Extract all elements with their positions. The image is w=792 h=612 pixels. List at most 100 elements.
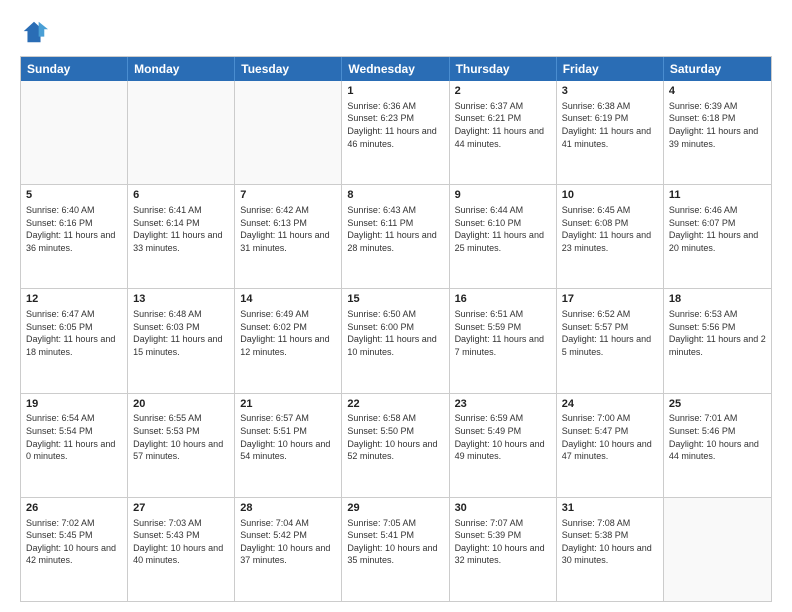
calendar-cell: 28Sunrise: 7:04 AM Sunset: 5:42 PM Dayli… [235,498,342,601]
calendar-cell: 23Sunrise: 6:59 AM Sunset: 5:49 PM Dayli… [450,394,557,497]
day-info: Sunrise: 6:39 AM Sunset: 6:18 PM Dayligh… [669,100,766,150]
day-info: Sunrise: 7:07 AM Sunset: 5:39 PM Dayligh… [455,517,551,567]
calendar-cell: 5Sunrise: 6:40 AM Sunset: 6:16 PM Daylig… [21,185,128,288]
day-info: Sunrise: 7:04 AM Sunset: 5:42 PM Dayligh… [240,517,336,567]
calendar-cell: 16Sunrise: 6:51 AM Sunset: 5:59 PM Dayli… [450,289,557,392]
calendar-cell: 6Sunrise: 6:41 AM Sunset: 6:14 PM Daylig… [128,185,235,288]
day-number: 3 [562,84,658,99]
day-info: Sunrise: 6:37 AM Sunset: 6:21 PM Dayligh… [455,100,551,150]
day-info: Sunrise: 6:46 AM Sunset: 6:07 PM Dayligh… [669,204,766,254]
day-info: Sunrise: 6:41 AM Sunset: 6:14 PM Dayligh… [133,204,229,254]
calendar-cell [128,81,235,184]
day-number: 17 [562,292,658,307]
calendar-cell [21,81,128,184]
header [20,18,772,46]
day-info: Sunrise: 6:42 AM Sunset: 6:13 PM Dayligh… [240,204,336,254]
day-number: 21 [240,397,336,412]
day-info: Sunrise: 6:52 AM Sunset: 5:57 PM Dayligh… [562,308,658,358]
day-info: Sunrise: 6:48 AM Sunset: 6:03 PM Dayligh… [133,308,229,358]
calendar-cell: 3Sunrise: 6:38 AM Sunset: 6:19 PM Daylig… [557,81,664,184]
calendar-cell: 24Sunrise: 7:00 AM Sunset: 5:47 PM Dayli… [557,394,664,497]
day-number: 31 [562,501,658,516]
day-number: 4 [669,84,766,99]
day-number: 27 [133,501,229,516]
day-number: 18 [669,292,766,307]
day-number: 12 [26,292,122,307]
day-info: Sunrise: 7:00 AM Sunset: 5:47 PM Dayligh… [562,412,658,462]
day-number: 28 [240,501,336,516]
calendar-cell: 19Sunrise: 6:54 AM Sunset: 5:54 PM Dayli… [21,394,128,497]
calendar-cell: 15Sunrise: 6:50 AM Sunset: 6:00 PM Dayli… [342,289,449,392]
day-info: Sunrise: 6:45 AM Sunset: 6:08 PM Dayligh… [562,204,658,254]
logo-icon [20,18,48,46]
day-number: 14 [240,292,336,307]
header-cell-sunday: Sunday [21,57,128,81]
day-number: 7 [240,188,336,203]
calendar-cell: 13Sunrise: 6:48 AM Sunset: 6:03 PM Dayli… [128,289,235,392]
calendar-row-0: 1Sunrise: 6:36 AM Sunset: 6:23 PM Daylig… [21,81,771,184]
day-number: 29 [347,501,443,516]
calendar-cell: 7Sunrise: 6:42 AM Sunset: 6:13 PM Daylig… [235,185,342,288]
day-number: 23 [455,397,551,412]
calendar-cell: 14Sunrise: 6:49 AM Sunset: 6:02 PM Dayli… [235,289,342,392]
calendar-cell: 30Sunrise: 7:07 AM Sunset: 5:39 PM Dayli… [450,498,557,601]
calendar: SundayMondayTuesdayWednesdayThursdayFrid… [20,56,772,602]
day-number: 25 [669,397,766,412]
day-number: 30 [455,501,551,516]
day-number: 20 [133,397,229,412]
day-info: Sunrise: 6:38 AM Sunset: 6:19 PM Dayligh… [562,100,658,150]
calendar-cell: 2Sunrise: 6:37 AM Sunset: 6:21 PM Daylig… [450,81,557,184]
day-info: Sunrise: 6:49 AM Sunset: 6:02 PM Dayligh… [240,308,336,358]
day-info: Sunrise: 7:03 AM Sunset: 5:43 PM Dayligh… [133,517,229,567]
logo [20,18,52,46]
day-number: 10 [562,188,658,203]
calendar-cell: 18Sunrise: 6:53 AM Sunset: 5:56 PM Dayli… [664,289,771,392]
calendar-row-2: 12Sunrise: 6:47 AM Sunset: 6:05 PM Dayli… [21,288,771,392]
calendar-cell: 17Sunrise: 6:52 AM Sunset: 5:57 PM Dayli… [557,289,664,392]
day-number: 22 [347,397,443,412]
calendar-row-4: 26Sunrise: 7:02 AM Sunset: 5:45 PM Dayli… [21,497,771,601]
day-info: Sunrise: 6:44 AM Sunset: 6:10 PM Dayligh… [455,204,551,254]
day-number: 13 [133,292,229,307]
calendar-cell: 29Sunrise: 7:05 AM Sunset: 5:41 PM Dayli… [342,498,449,601]
calendar-cell: 20Sunrise: 6:55 AM Sunset: 5:53 PM Dayli… [128,394,235,497]
header-cell-friday: Friday [557,57,664,81]
day-info: Sunrise: 6:59 AM Sunset: 5:49 PM Dayligh… [455,412,551,462]
day-info: Sunrise: 6:43 AM Sunset: 6:11 PM Dayligh… [347,204,443,254]
day-number: 8 [347,188,443,203]
calendar-cell: 12Sunrise: 6:47 AM Sunset: 6:05 PM Dayli… [21,289,128,392]
day-number: 2 [455,84,551,99]
day-number: 15 [347,292,443,307]
calendar-cell: 22Sunrise: 6:58 AM Sunset: 5:50 PM Dayli… [342,394,449,497]
day-info: Sunrise: 6:53 AM Sunset: 5:56 PM Dayligh… [669,308,766,358]
day-info: Sunrise: 7:05 AM Sunset: 5:41 PM Dayligh… [347,517,443,567]
day-number: 6 [133,188,229,203]
calendar-cell: 4Sunrise: 6:39 AM Sunset: 6:18 PM Daylig… [664,81,771,184]
day-info: Sunrise: 6:57 AM Sunset: 5:51 PM Dayligh… [240,412,336,462]
calendar-cell: 8Sunrise: 6:43 AM Sunset: 6:11 PM Daylig… [342,185,449,288]
calendar-cell [235,81,342,184]
day-number: 16 [455,292,551,307]
day-number: 19 [26,397,122,412]
calendar-row-1: 5Sunrise: 6:40 AM Sunset: 6:16 PM Daylig… [21,184,771,288]
calendar-cell: 25Sunrise: 7:01 AM Sunset: 5:46 PM Dayli… [664,394,771,497]
day-info: Sunrise: 7:08 AM Sunset: 5:38 PM Dayligh… [562,517,658,567]
day-info: Sunrise: 6:55 AM Sunset: 5:53 PM Dayligh… [133,412,229,462]
calendar-cell: 9Sunrise: 6:44 AM Sunset: 6:10 PM Daylig… [450,185,557,288]
day-info: Sunrise: 6:36 AM Sunset: 6:23 PM Dayligh… [347,100,443,150]
calendar-cell: 21Sunrise: 6:57 AM Sunset: 5:51 PM Dayli… [235,394,342,497]
day-number: 9 [455,188,551,203]
calendar-cell [664,498,771,601]
day-number: 1 [347,84,443,99]
day-info: Sunrise: 6:54 AM Sunset: 5:54 PM Dayligh… [26,412,122,462]
day-info: Sunrise: 6:51 AM Sunset: 5:59 PM Dayligh… [455,308,551,358]
header-cell-tuesday: Tuesday [235,57,342,81]
calendar-body: 1Sunrise: 6:36 AM Sunset: 6:23 PM Daylig… [21,81,771,601]
day-number: 5 [26,188,122,203]
calendar-cell: 26Sunrise: 7:02 AM Sunset: 5:45 PM Dayli… [21,498,128,601]
header-cell-saturday: Saturday [664,57,771,81]
header-cell-wednesday: Wednesday [342,57,449,81]
day-info: Sunrise: 6:58 AM Sunset: 5:50 PM Dayligh… [347,412,443,462]
page: SundayMondayTuesdayWednesdayThursdayFrid… [0,0,792,612]
day-number: 24 [562,397,658,412]
